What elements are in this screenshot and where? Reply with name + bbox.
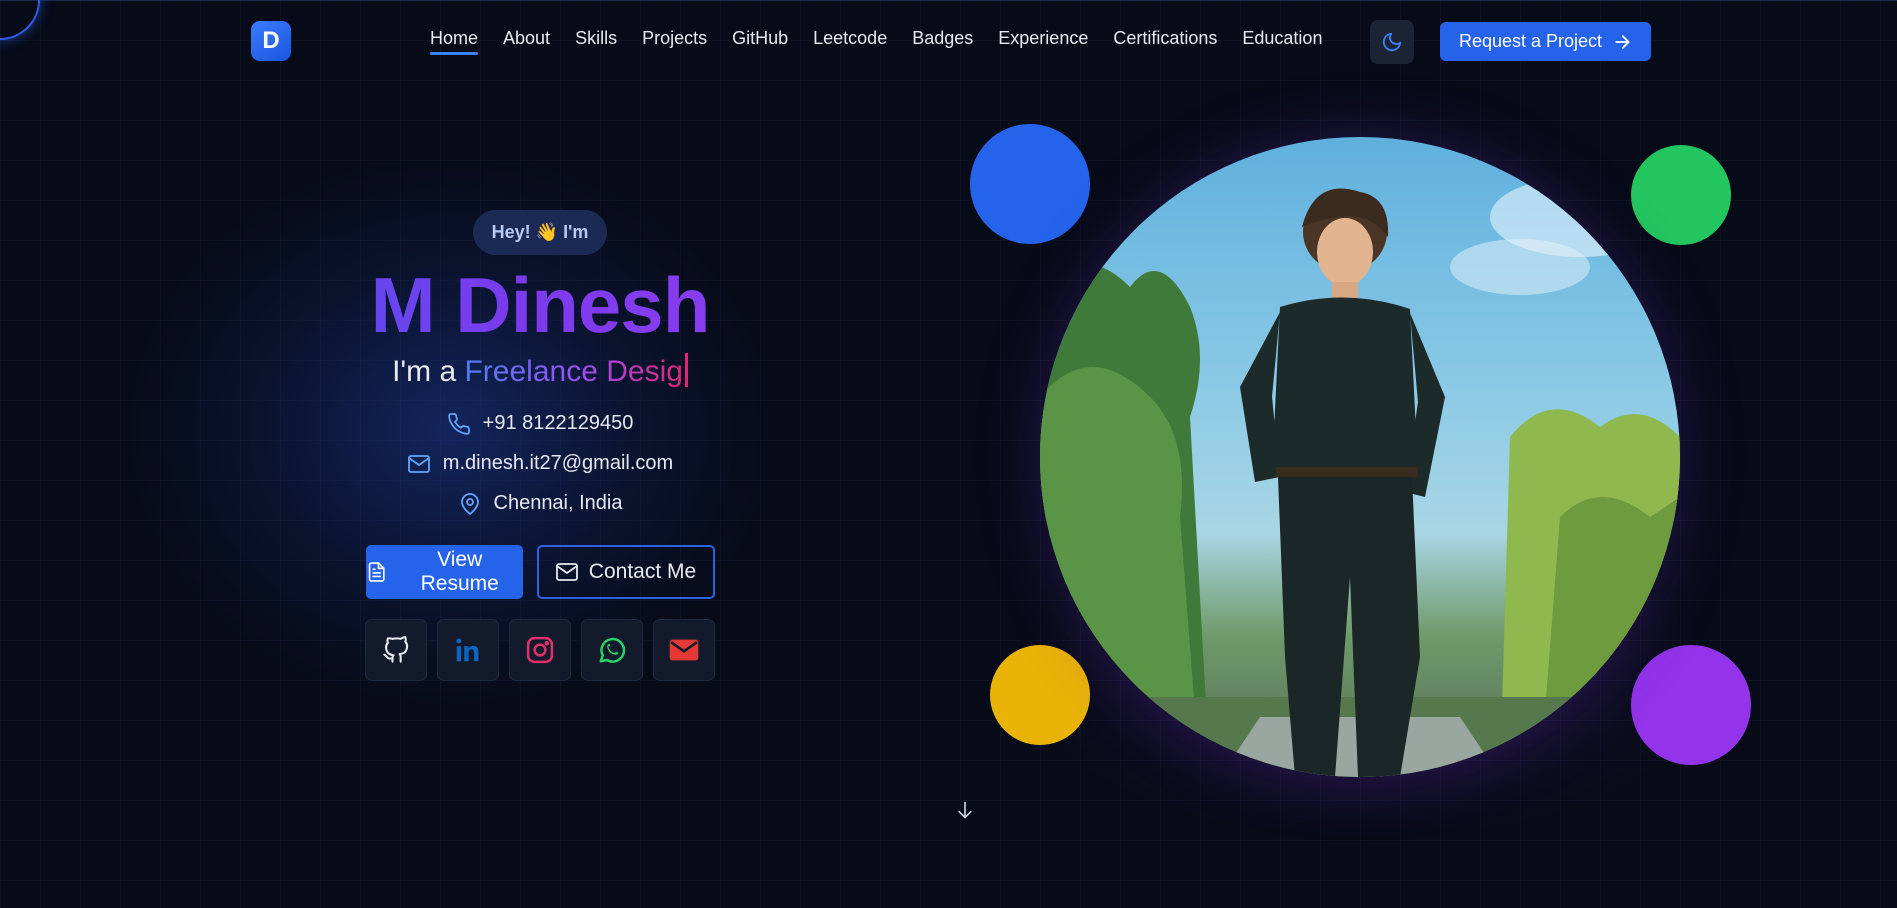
decor-dot-yellow (990, 645, 1090, 745)
decor-dot-green (1631, 145, 1731, 245)
contact-email[interactable]: m.dinesh.it27@gmail.com (407, 451, 673, 477)
greeting-badge: Hey! 👋 I'm (472, 210, 608, 255)
hero-intro: Hey! 👋 I'm M Dinesh I'm a Freelance Desi… (300, 210, 780, 681)
document-icon (368, 562, 385, 582)
whatsapp-link[interactable] (581, 618, 643, 681)
typing-caret (684, 352, 688, 387)
mail-icon (407, 454, 430, 473)
view-resume-button[interactable]: View Resume (365, 544, 523, 599)
contact-location: Chennai, India (458, 491, 623, 517)
portrait-illustration (1040, 177, 1680, 777)
email-link[interactable] (653, 618, 715, 681)
nav-item-github[interactable]: GitHub (732, 28, 788, 55)
view-resume-label: View Resume (420, 547, 499, 595)
github-icon (383, 635, 409, 663)
navbar: D Home About Skills Projects GitHub Leet… (0, 0, 1897, 84)
instagram-link[interactable] (509, 618, 571, 681)
nav-item-certifications[interactable]: Certifications (1113, 28, 1217, 55)
request-project-label: Request a Project (1458, 31, 1603, 51)
nav-links: Home About Skills Projects GitHub Leetco… (430, 28, 1322, 55)
nav-item-leetcode[interactable]: Leetcode (813, 28, 887, 55)
nav-item-badges[interactable]: Badges (912, 28, 973, 55)
nav-item-skills[interactable]: Skills (575, 28, 617, 55)
nav-item-projects[interactable]: Projects (642, 28, 707, 55)
contact-phone[interactable]: +91 8122129450 (447, 411, 634, 437)
linkedin-icon (456, 638, 479, 662)
nav-item-education[interactable]: Education (1242, 28, 1322, 55)
whatsapp-icon (599, 637, 626, 663)
contact-list: +91 8122129450 m.dinesh.it27@gmail.com C… (300, 411, 780, 517)
mail-icon (555, 562, 578, 581)
nav-item-about[interactable]: About (503, 28, 550, 55)
email-text: m.dinesh.it27@gmail.com (442, 452, 674, 475)
phone-icon (447, 412, 470, 435)
theme-toggle-button[interactable] (1370, 20, 1414, 64)
hero-name: M Dinesh (300, 264, 780, 347)
role-prefix: I'm a (392, 354, 457, 388)
request-project-button[interactable]: Request a Project (1440, 22, 1651, 61)
map-pin-icon (460, 493, 479, 515)
instagram-icon (526, 636, 554, 664)
contact-me-button[interactable]: Contact Me (536, 544, 715, 599)
hero-buttons: View Resume Contact Me (300, 544, 780, 599)
profile-portrait (1040, 137, 1680, 777)
role-line: I'm a Freelance Desig (300, 352, 780, 389)
phone-text: +91 8122129450 (482, 412, 634, 435)
site-logo[interactable]: D (251, 21, 291, 61)
scroll-down-icon[interactable] (955, 797, 975, 823)
moon-icon (1382, 32, 1402, 52)
contact-me-label: Contact Me (588, 559, 697, 583)
location-text: Chennai, India (493, 492, 623, 515)
decor-dot-purple (1631, 645, 1751, 765)
role-typed-text: Freelance Desig (464, 354, 683, 388)
linkedin-link[interactable] (437, 618, 499, 681)
nav-item-experience[interactable]: Experience (998, 28, 1088, 55)
logo-letter: D (262, 27, 280, 54)
social-links (300, 618, 780, 681)
email-icon (669, 639, 699, 661)
nav-item-home[interactable]: Home (430, 28, 479, 55)
decor-dot-blue (970, 124, 1090, 244)
arrow-right-icon (1615, 34, 1630, 49)
github-link[interactable] (365, 618, 427, 681)
